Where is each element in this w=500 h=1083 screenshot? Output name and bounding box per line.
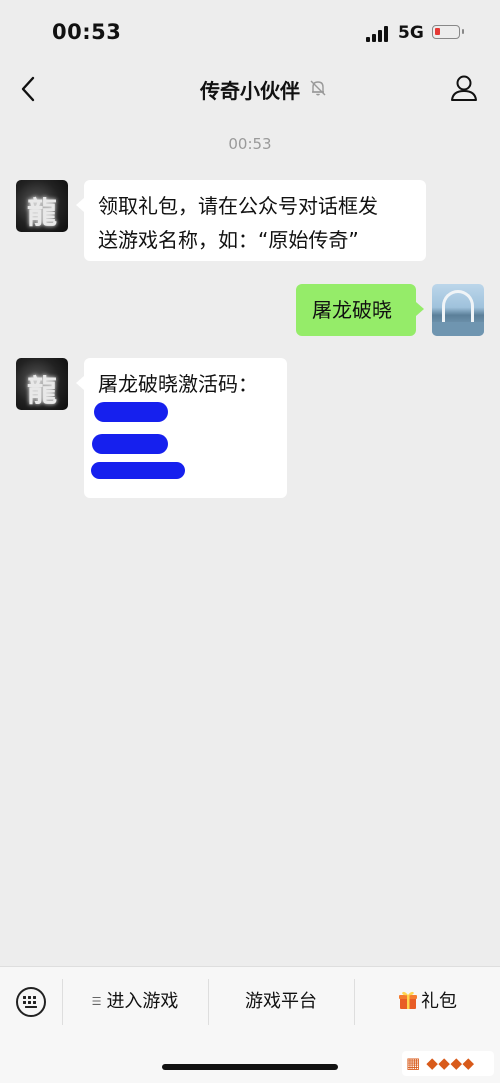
- message-text-line: 屠龙破晓: [312, 298, 392, 322]
- message-bubble-incoming[interactable]: 领取礼包，请在公众号对话框发 送游戏名称，如：“原始传奇”: [76, 180, 426, 261]
- message-text-line: 领取礼包，请在公众号对话框发: [98, 194, 378, 218]
- message-text-line: 屠龙破晓激活码：: [98, 372, 258, 396]
- person-icon: [451, 75, 477, 101]
- game-avatar[interactable]: 龍: [16, 180, 68, 232]
- nav-bar: 传奇小伙伴: [0, 62, 500, 116]
- menu-item-enter-game[interactable]: ☰ 进入游戏: [63, 989, 207, 1015]
- bell-muted-icon: [309, 79, 327, 97]
- dragon-logo-icon: 龍: [27, 374, 57, 409]
- home-indicator: [162, 1064, 338, 1070]
- game-avatar[interactable]: 龍: [16, 358, 68, 410]
- redacted-code: [92, 434, 168, 454]
- message-timestamp: 00:53: [228, 135, 272, 153]
- status-bar: 00:53 5G: [0, 0, 500, 62]
- watermark-logo-icon: ▦ ◆◆◆◆: [406, 1054, 475, 1072]
- battery-icon: [432, 25, 464, 39]
- chat-title: 传奇小伙伴: [200, 79, 300, 103]
- menu-lines-icon: ☰: [91, 995, 102, 1008]
- message-text-line: 送游戏名称，如：“原始传奇”: [98, 228, 359, 252]
- menu-item-label: 礼包: [421, 991, 457, 1012]
- menu-item-label: 游戏平台: [245, 991, 317, 1012]
- menu-item-label: 进入游戏: [106, 991, 179, 1012]
- menu-item-gift[interactable]: 礼包: [355, 989, 500, 1015]
- status-time: 00:53: [52, 20, 122, 44]
- dragon-logo-icon: 龍: [27, 196, 57, 231]
- gift-icon: [398, 990, 418, 1010]
- message-bubble-incoming[interactable]: 屠龙破晓激活码：: [76, 358, 287, 498]
- keyboard-icon: [23, 996, 39, 1008]
- redacted-code: [91, 462, 185, 479]
- message-bubble-outgoing[interactable]: 屠龙破晓: [296, 284, 424, 336]
- profile-button[interactable]: [448, 72, 480, 104]
- network-type: 5G: [398, 23, 424, 43]
- menu-item-game-platform[interactable]: 游戏平台: [209, 989, 353, 1015]
- signal-icon: [366, 26, 392, 42]
- site-watermark: ▦ ◆◆◆◆: [402, 1051, 494, 1076]
- user-avatar[interactable]: [432, 284, 484, 336]
- redacted-code: [94, 402, 168, 422]
- keyboard-toggle-button[interactable]: [16, 987, 46, 1017]
